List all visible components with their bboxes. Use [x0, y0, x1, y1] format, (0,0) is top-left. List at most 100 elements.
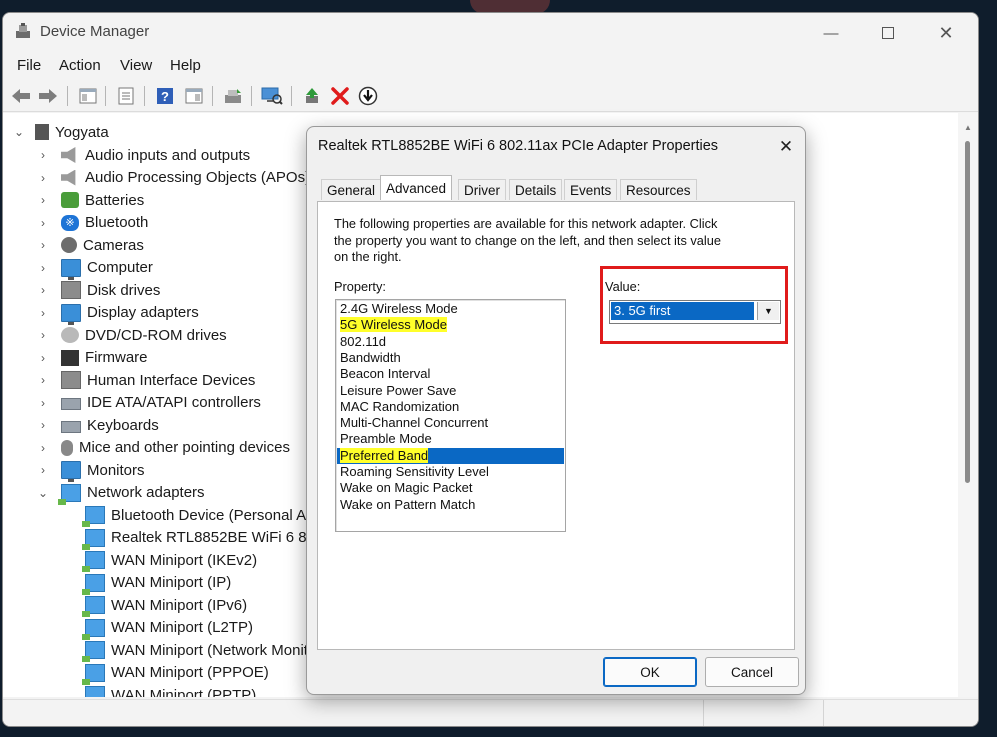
tree-device-node[interactable]: WAN Miniport (IP) — [82, 572, 231, 595]
chevron-right-icon[interactable]: › — [37, 261, 49, 275]
tree-root-node[interactable]: ⌄ Yogyata — [13, 121, 109, 143]
tab-general[interactable]: General — [321, 179, 382, 200]
tree-category-node[interactable]: › Monitors — [37, 459, 145, 482]
tree-category-node[interactable]: › Firmware — [37, 347, 148, 369]
tree-category-node[interactable]: › DVD/CD-ROM drives — [37, 324, 227, 346]
value-dropdown-selected[interactable]: 3. 5G first — [611, 302, 754, 320]
property-list-item[interactable]: Multi-Channel Concurrent — [337, 415, 564, 431]
tree-device-node[interactable]: WAN Miniport (Network Monit — [82, 639, 308, 662]
back-arrow-icon[interactable] — [10, 85, 32, 107]
tab-driver[interactable]: Driver — [458, 179, 506, 200]
uninstall-device-icon[interactable] — [329, 85, 351, 107]
disable-device-icon[interactable] — [357, 85, 379, 107]
tree-device-node[interactable]: WAN Miniport (L2TP) — [82, 617, 253, 640]
close-icon: ✕ — [778, 137, 794, 156]
network-adapter-icon — [82, 551, 105, 572]
tab-details[interactable]: Details — [509, 179, 563, 200]
chevron-right-icon[interactable]: › — [37, 148, 49, 162]
property-list-item[interactable]: Beacon Interval — [337, 366, 564, 382]
chevron-right-icon[interactable]: › — [37, 193, 49, 207]
tree-category-node[interactable]: › Audio Processing Objects (APOs) — [37, 167, 310, 189]
tree-category-node[interactable]: › Audio inputs and outputs — [37, 144, 250, 166]
tree-device-node[interactable]: WAN Miniport (PPTP) — [85, 684, 256, 697]
tree-device-node[interactable]: Realtek RTL8852BE WiFi 6 802.1 — [82, 527, 336, 550]
display-adapter-icon — [61, 303, 81, 325]
tree-device-node[interactable]: WAN Miniport (IKEv2) — [82, 549, 258, 572]
tree-category-node[interactable]: › Cameras — [37, 234, 144, 256]
tree-category-node[interactable]: › Batteries — [37, 189, 144, 211]
tab-events[interactable]: Events — [564, 179, 618, 200]
chevron-right-icon[interactable]: › — [37, 463, 49, 477]
properties-icon[interactable] — [115, 85, 137, 107]
menu-view[interactable]: View — [120, 57, 152, 74]
chevron-right-icon[interactable]: › — [37, 171, 49, 185]
tree-device-node[interactable]: Bluetooth Device (Personal Area — [82, 504, 328, 527]
tree-category-node[interactable]: › ※ Bluetooth — [37, 212, 148, 234]
tab-resources[interactable]: Resources — [620, 179, 697, 200]
menu-action[interactable]: Action — [59, 57, 101, 74]
ok-button[interactable]: OK — [603, 657, 697, 687]
tree-category-node[interactable]: › Human Interface Devices — [37, 369, 255, 391]
property-list-item[interactable]: 5G Wireless Mode — [337, 317, 564, 333]
tree-category-label: Audio inputs and outputs — [85, 146, 251, 164]
update-driver-icon[interactable] — [222, 85, 244, 107]
chevron-right-icon[interactable]: › — [37, 396, 49, 410]
chevron-right-icon[interactable]: › — [37, 238, 49, 252]
menu-file[interactable]: File — [17, 57, 41, 74]
tree-device-label: WAN Miniport (Network Monit — [111, 641, 308, 659]
keyboard-icon — [61, 420, 81, 433]
property-listbox[interactable]: 2.4G Wireless Mode 5G Wireless Mode 802.11… — [335, 299, 566, 532]
tree-category-node[interactable]: › Mice and other pointing devices — [37, 437, 290, 459]
close-button[interactable]: ✕ — [923, 19, 969, 47]
chevron-down-icon[interactable]: ⌄ — [13, 125, 25, 139]
tree-category-node[interactable]: › Keyboards — [37, 414, 159, 436]
chevron-right-icon[interactable]: › — [37, 283, 49, 297]
chevron-right-icon[interactable]: › — [37, 373, 49, 387]
tree-device-label: WAN Miniport (IKEv2) — [111, 551, 258, 569]
dialog-close-button[interactable]: ✕ — [771, 133, 801, 161]
property-list-item[interactable]: MAC Randomization — [337, 399, 564, 415]
tree-category-node[interactable]: › Display adapters — [37, 302, 199, 325]
chevron-right-icon[interactable]: › — [37, 216, 49, 230]
property-list-item[interactable]: Wake on Magic Packet — [337, 480, 564, 496]
tree-device-node[interactable]: WAN Miniport (PPPOE) — [82, 662, 269, 685]
menu-help[interactable]: Help — [170, 57, 201, 74]
tree-category-node[interactable]: › IDE ATA/ATAPI controllers — [37, 392, 261, 414]
maximize-button[interactable] — [865, 19, 911, 47]
property-list-item[interactable]: Preferred Band — [337, 447, 564, 464]
property-list-item[interactable]: Bandwidth — [337, 350, 564, 366]
property-list-item[interactable]: Roaming Sensitivity Level — [337, 464, 564, 480]
tree-category-node[interactable]: › Computer — [37, 257, 153, 280]
scroll-up-arrow-icon[interactable]: ▲ — [964, 123, 972, 132]
chevron-right-icon[interactable]: › — [37, 441, 49, 455]
tree-category-node[interactable]: ⌄ Network adapters — [37, 482, 205, 505]
property-list-item[interactable]: Preamble Mode — [337, 431, 564, 447]
chevron-right-icon[interactable]: › — [37, 418, 49, 432]
minimize-button[interactable]: — — [808, 19, 854, 47]
title-bar[interactable]: Device Manager — ✕ — [3, 13, 978, 51]
vertical-scrollbar[interactable]: ▲ — [958, 113, 978, 697]
scan-hardware-icon[interactable] — [261, 85, 283, 107]
property-list-item[interactable]: Wake on Pattern Match — [337, 497, 564, 513]
chevron-down-icon[interactable]: ⌄ — [37, 486, 49, 500]
property-list-item[interactable]: 2.4G Wireless Mode — [337, 301, 564, 317]
tree-category-node[interactable]: › Disk drives — [37, 279, 160, 301]
property-list-item[interactable]: 802.11d — [337, 334, 564, 350]
scrollbar-thumb[interactable] — [965, 141, 970, 483]
show-hide-console-tree-icon[interactable] — [77, 85, 99, 107]
chevron-right-icon[interactable]: › — [37, 306, 49, 320]
tree-category-label: Audio Processing Objects (APOs) — [85, 169, 311, 186]
tree-device-node[interactable]: WAN Miniport (IPv6) — [82, 594, 247, 617]
value-dropdown[interactable]: 3. 5G first ▼ — [609, 300, 781, 324]
tab-advanced[interactable]: Advanced — [380, 175, 453, 200]
chevron-down-icon[interactable]: ▼ — [757, 302, 779, 320]
enable-device-icon[interactable] — [301, 85, 323, 107]
chevron-right-icon[interactable]: › — [37, 328, 49, 342]
forward-arrow-icon[interactable] — [37, 85, 59, 107]
action-pane-icon[interactable] — [183, 85, 205, 107]
property-list-item[interactable]: Leisure Power Save — [337, 383, 564, 399]
disk-drive-icon — [61, 281, 81, 299]
help-icon[interactable]: ? — [154, 85, 176, 107]
chevron-right-icon[interactable]: › — [37, 351, 49, 365]
cancel-button[interactable]: Cancel — [705, 657, 799, 687]
